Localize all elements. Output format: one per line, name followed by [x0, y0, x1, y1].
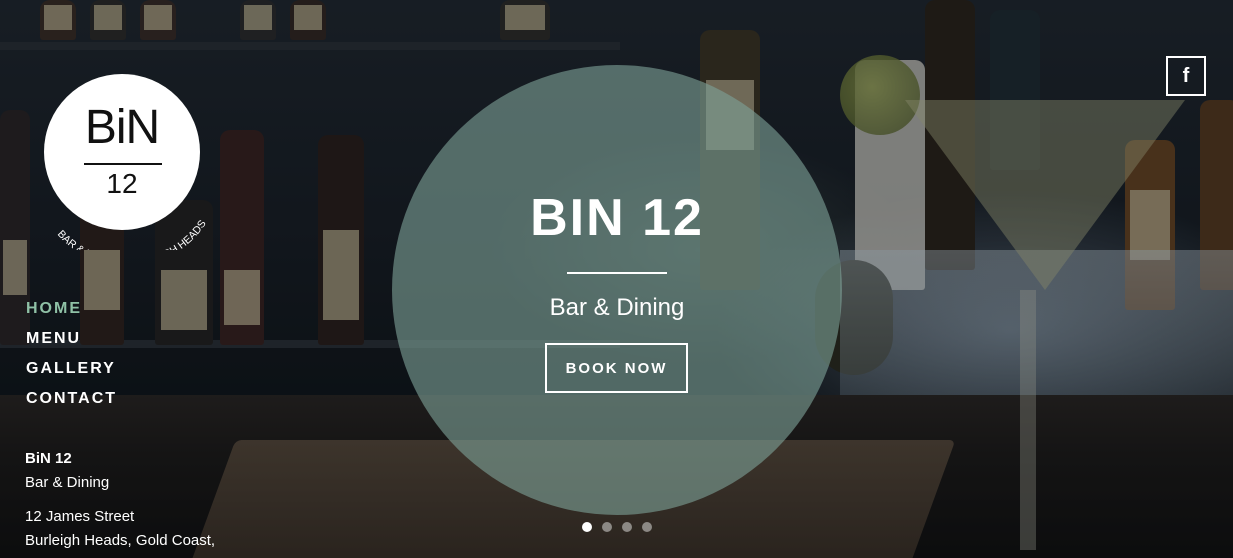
hero-circle [392, 65, 842, 515]
facebook-icon[interactable]: f [1166, 56, 1206, 96]
hero-subtitle: Bar & Dining [549, 294, 685, 321]
venue-name: BiN 12 [25, 450, 72, 467]
address-line-2: Burleigh Heads, Gold Coast, [25, 532, 216, 549]
venue-descriptor: Bar & Dining [25, 474, 110, 491]
slider-dot[interactable] [602, 522, 612, 532]
svg-text:BAR & DINING | BURLEIGH HEADS: BAR & DINING | BURLEIGH HEADS [55, 218, 209, 250]
slider-dots [582, 522, 652, 532]
address-line-1: 12 James Street [25, 508, 135, 525]
main-nav: HOME MENU GALLERY CONTACT [26, 300, 117, 420]
slider-dot[interactable] [582, 522, 592, 532]
venue-info: BiN 12 Bar & Dining 12 James Street Burl… [25, 447, 215, 553]
slider-dot[interactable] [622, 522, 632, 532]
nav-item-menu[interactable]: MENU [26, 330, 117, 360]
slider-dot[interactable] [642, 522, 652, 532]
book-now-button[interactable]: BOOK NOW [545, 343, 688, 393]
hero-title: BIN 12 [530, 189, 704, 247]
nav-item-home[interactable]: HOME [26, 300, 117, 330]
logo-tagline-arc: BAR & DINING | BURLEIGH HEADS [55, 218, 209, 250]
logo-tagline: BAR & DINING | BURLEIGH HEADS [55, 218, 209, 250]
hero-divider [567, 272, 667, 274]
nav-item-gallery[interactable]: GALLERY [26, 360, 117, 390]
nav-item-contact[interactable]: CONTACT [26, 390, 117, 420]
